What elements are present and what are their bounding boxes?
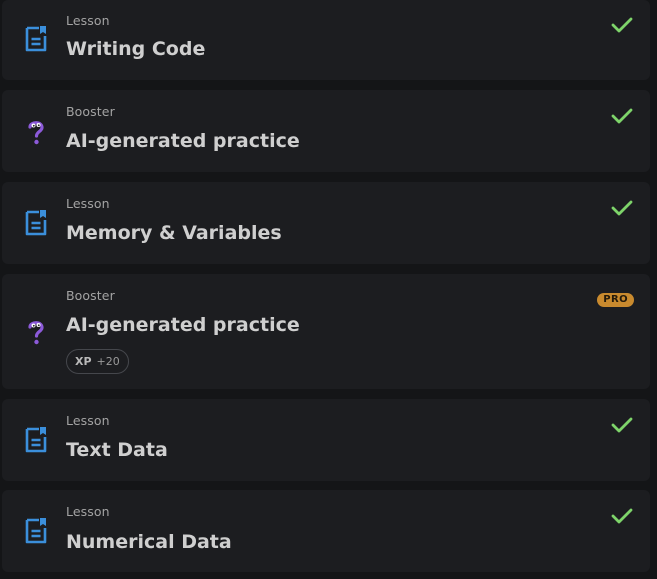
lesson-list: Lesson Writing Code Booster AI-generated… bbox=[0, 0, 657, 579]
pro-badge: PRO bbox=[597, 293, 634, 307]
lesson-card-writing-code[interactable]: Lesson Writing Code bbox=[2, 0, 650, 80]
item-type-label: Lesson bbox=[66, 13, 110, 28]
xp-reward-chip: XP +20 bbox=[66, 349, 129, 374]
checkmark-icon bbox=[611, 200, 633, 216]
lesson-document-icon bbox=[25, 210, 47, 236]
checkmark-icon bbox=[611, 508, 633, 524]
lesson-document-icon bbox=[25, 26, 47, 52]
item-title: Text Data bbox=[66, 439, 168, 461]
booster-card-ai-practice[interactable]: Booster AI-generated practice bbox=[2, 90, 650, 172]
item-type-label: Lesson bbox=[66, 413, 110, 428]
lesson-document-icon bbox=[25, 427, 47, 453]
lesson-document-icon bbox=[25, 518, 47, 544]
checkmark-icon bbox=[611, 417, 633, 433]
question-mark-icon bbox=[28, 121, 44, 145]
xp-value: +20 bbox=[96, 355, 120, 368]
item-type-label: Booster bbox=[66, 288, 115, 303]
item-title: AI-generated practice bbox=[66, 130, 300, 152]
item-type-label: Lesson bbox=[66, 196, 110, 211]
question-mark-icon bbox=[28, 321, 44, 345]
checkmark-icon bbox=[611, 17, 633, 33]
checkmark-icon bbox=[611, 108, 633, 124]
item-title: Writing Code bbox=[66, 38, 206, 60]
item-type-label: Booster bbox=[66, 104, 115, 119]
item-title: AI-generated practice bbox=[66, 314, 300, 336]
item-title: Memory & Variables bbox=[66, 222, 282, 244]
booster-card-ai-practice-pro[interactable]: Booster AI-generated practice PRO XP +20 bbox=[2, 274, 650, 389]
xp-label: XP bbox=[75, 355, 92, 368]
item-title: Numerical Data bbox=[66, 531, 232, 553]
lesson-card-numerical-data[interactable]: Lesson Numerical Data bbox=[2, 490, 650, 572]
lesson-card-text-data[interactable]: Lesson Text Data bbox=[2, 399, 650, 481]
item-type-label: Lesson bbox=[66, 504, 110, 519]
lesson-card-memory-variables[interactable]: Lesson Memory & Variables bbox=[2, 182, 650, 264]
